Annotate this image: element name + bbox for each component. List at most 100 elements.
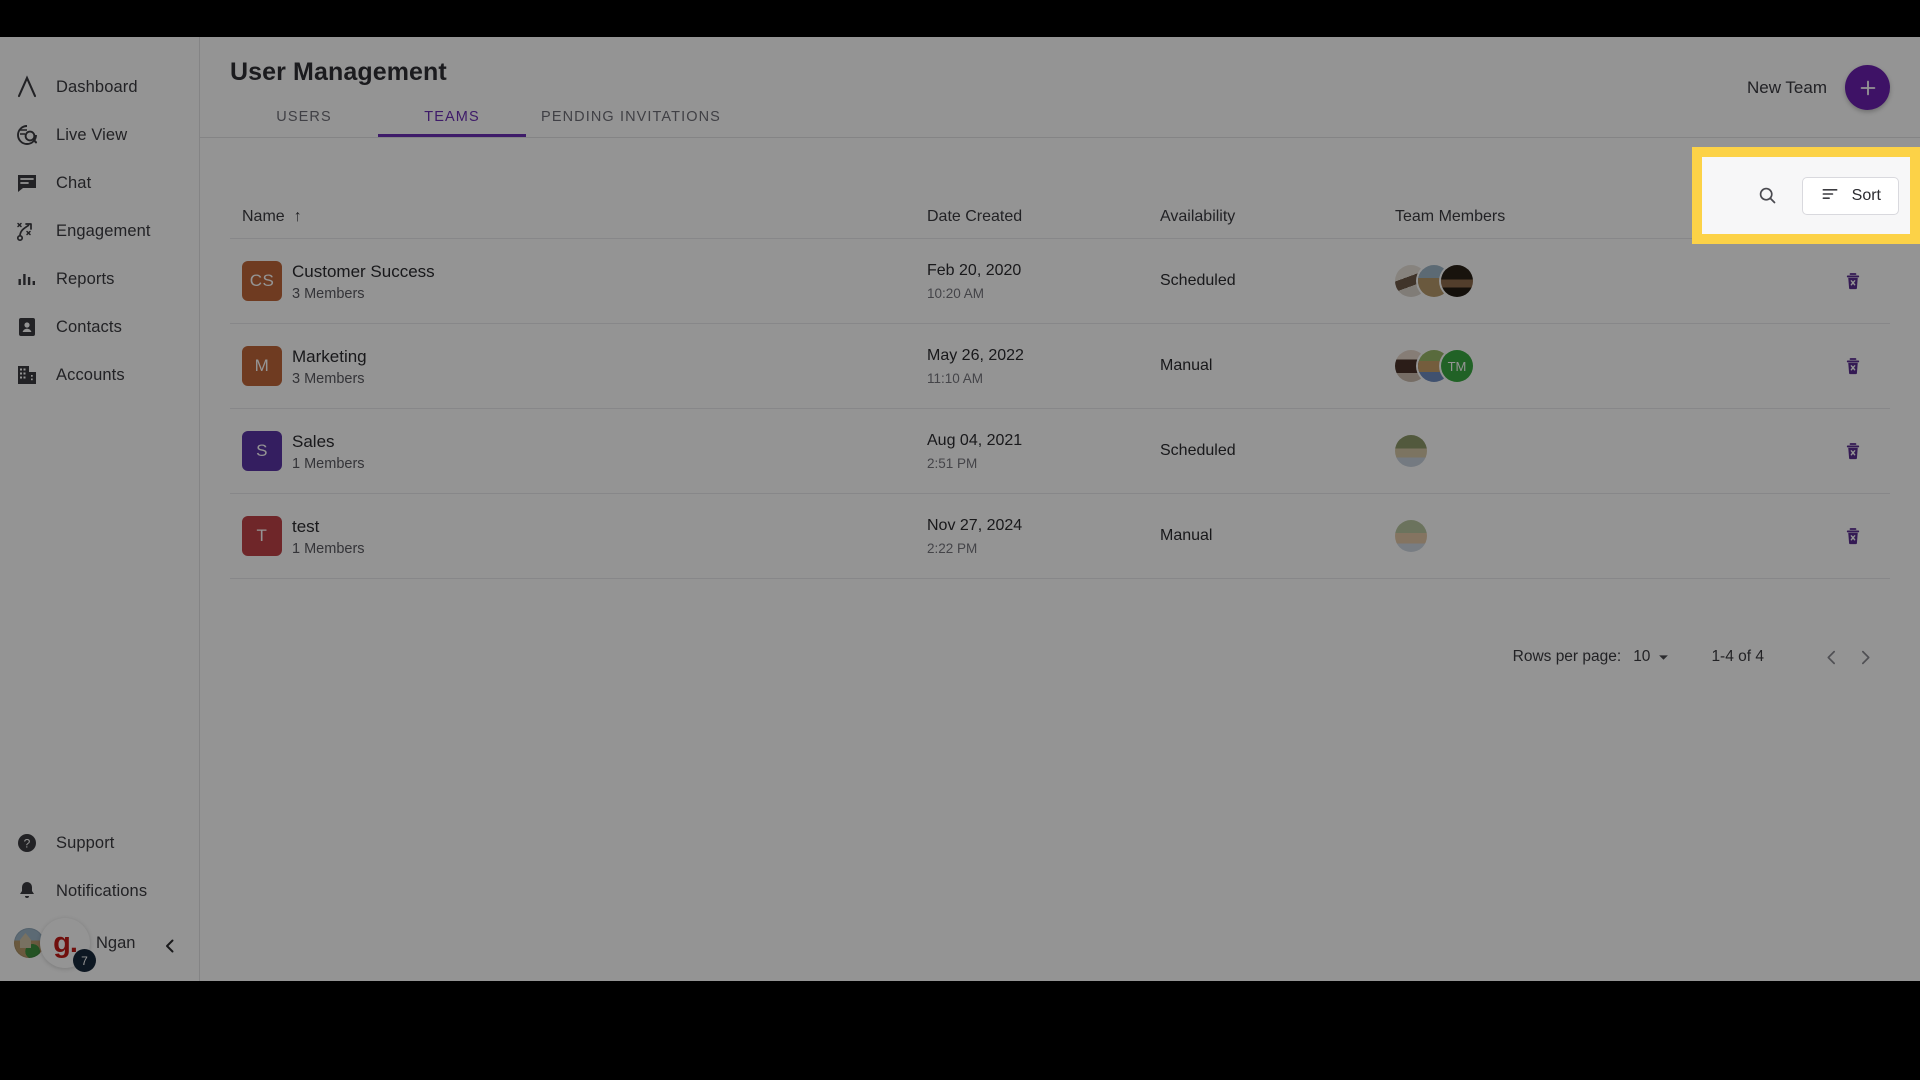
live-view-icon (14, 122, 40, 148)
team-name: Marketing (292, 347, 367, 366)
team-avatar: CS (242, 261, 282, 301)
brand-logo-icon: g. 7 (40, 918, 96, 972)
sidebar-item-label: Accounts (56, 365, 125, 384)
sidebar-item-accounts[interactable]: Accounts (0, 351, 199, 399)
highlight-callout-box: Sort (1692, 147, 1920, 244)
team-name: Sales (292, 432, 335, 451)
column-header-date-created[interactable]: Date Created (927, 208, 1022, 226)
reports-icon (14, 266, 40, 292)
sidebar-item-notifications[interactable]: Notifications (0, 867, 199, 915)
rows-per-page-value: 10 (1633, 648, 1651, 665)
table-row[interactable]: S Sales 1 Members Aug 04, 2021 2:51 PM Schedu… (230, 409, 1890, 494)
search-button-highlighted[interactable] (1750, 178, 1786, 214)
sidebar-item-label: Contacts (56, 317, 122, 336)
sort-button-highlighted[interactable]: Sort (1801, 176, 1899, 215)
delete-team-button[interactable] (1838, 351, 1868, 381)
screen-root: Dashboard Live View Chat Engagement Repo… (0, 0, 1920, 1080)
delete-team-button[interactable] (1838, 266, 1868, 296)
tab-pending-invitations[interactable]: PENDING INVITATIONS (526, 97, 736, 137)
sidebar-item-label: Engagement (56, 221, 151, 240)
member-initials-avatar: TM (1441, 350, 1473, 382)
sidebar-item-reports[interactable]: Reports (0, 255, 199, 303)
pagination-range-label: 1-4 of 4 (1711, 648, 1764, 665)
new-team-label: New Team (1747, 77, 1827, 97)
pagination-next-button[interactable] (1848, 640, 1882, 674)
main-content: User Management USERS TEAMS PENDING INVI… (200, 37, 1920, 981)
team-avatar: M (242, 346, 282, 386)
member-photo-avatar (1441, 265, 1473, 297)
column-header-name[interactable]: Name ↑ (242, 208, 302, 226)
help-icon: ? (14, 830, 40, 856)
team-members-avatars[interactable] (1395, 265, 1473, 297)
sidebar: Dashboard Live View Chat Engagement Repo… (0, 37, 200, 981)
add-team-button[interactable] (1845, 65, 1890, 110)
column-header-team-members[interactable]: Team Members (1395, 208, 1505, 226)
pagination-bar: Rows per page: 10 1-4 of 4 (1505, 633, 1890, 681)
delete-icon (1846, 528, 1860, 545)
team-availability: Manual (1160, 527, 1213, 544)
team-member-count: 1 Members (292, 456, 365, 472)
tab-teams[interactable]: TEAMS (378, 97, 526, 137)
table-row[interactable]: Ttest 1 Members Nov 27, 2024 2:22 PM Manual (230, 494, 1890, 579)
notification-badge: 7 (73, 949, 96, 972)
team-time-created: 2:51 PM (927, 456, 978, 471)
accounts-icon (14, 362, 40, 388)
svg-text:?: ? (24, 836, 31, 850)
team-member-count: 3 Members (292, 286, 365, 302)
table-row[interactable]: CS Customer Success 3 Members Feb 20, 2020 1… (230, 239, 1890, 324)
team-members-avatars[interactable]: TM (1395, 350, 1473, 382)
sidebar-item-label: Chat (56, 173, 92, 192)
engagement-icon (14, 218, 40, 244)
team-members-avatars[interactable] (1395, 520, 1427, 552)
rows-per-page-label: Rows per page: (1512, 648, 1622, 665)
tab-bar: USERS TEAMS PENDING INVITATIONS (230, 97, 736, 137)
delete-team-button[interactable] (1838, 521, 1868, 551)
team-members-avatars[interactable] (1395, 435, 1427, 467)
user-name-label: Ngan (96, 933, 136, 952)
sidebar-item-live-view[interactable]: Live View (0, 111, 199, 159)
column-header-label: Name (242, 208, 285, 225)
sidebar-item-label: Dashboard (56, 77, 138, 96)
team-availability: Scheduled (1160, 272, 1236, 289)
team-name: test (292, 517, 320, 536)
logo-lambda-icon (14, 74, 40, 100)
delete-team-button[interactable] (1838, 436, 1868, 466)
sidebar-primary-nav: Dashboard Live View Chat Engagement Repo… (0, 37, 199, 399)
sidebar-item-engagement[interactable]: Engagement (0, 207, 199, 255)
pagination-prev-button[interactable] (1814, 640, 1848, 674)
sort-ascending-icon: ↑ (293, 208, 302, 225)
sidebar-item-dashboard[interactable]: Dashboard (0, 63, 199, 111)
team-member-count: 3 Members (292, 371, 365, 387)
team-date-created: Aug 04, 2021 (927, 432, 1023, 449)
sidebar-collapse-button[interactable] (157, 933, 183, 959)
tab-users[interactable]: USERS (230, 97, 378, 137)
team-time-created: 2:22 PM (927, 541, 978, 556)
sidebar-item-chat[interactable]: Chat (0, 159, 199, 207)
sort-button-label: Sort (1851, 186, 1881, 204)
sidebar-item-label: Live View (56, 125, 128, 144)
team-availability: Scheduled (1160, 442, 1236, 459)
team-date-created: Nov 27, 2024 (927, 517, 1023, 534)
table-column-headers: Name ↑ Date Created Availability Team Me… (230, 182, 1890, 238)
delete-icon (1846, 273, 1860, 290)
sidebar-item-support[interactable]: ? Support (0, 819, 199, 867)
plus-icon (1860, 80, 1875, 95)
contacts-icon (14, 314, 40, 340)
sidebar-item-label: Reports (56, 269, 115, 288)
page-title: User Management (230, 58, 447, 86)
table-row[interactable]: M Marketing 3 Members May 26, 2022 11:10 AM M… (230, 324, 1890, 409)
team-date-created: Feb 20, 2020 (927, 262, 1022, 279)
team-availability: Manual (1160, 357, 1213, 374)
sidebar-item-contacts[interactable]: Contacts (0, 303, 199, 351)
new-team-action[interactable]: New Team (1747, 65, 1890, 110)
chevron-left-icon (1826, 650, 1835, 664)
team-time-created: 11:10 AM (927, 371, 984, 386)
column-header-availability[interactable]: Availability (1160, 208, 1235, 226)
chevron-right-icon (1861, 650, 1870, 664)
rows-per-page-select[interactable]: 10 (1633, 648, 1669, 666)
brand-mark: g. (53, 926, 78, 959)
delete-icon (1846, 443, 1860, 460)
team-date-created: May 26, 2022 (927, 347, 1024, 364)
sort-icon (1820, 184, 1840, 207)
team-avatar: S (242, 431, 282, 471)
